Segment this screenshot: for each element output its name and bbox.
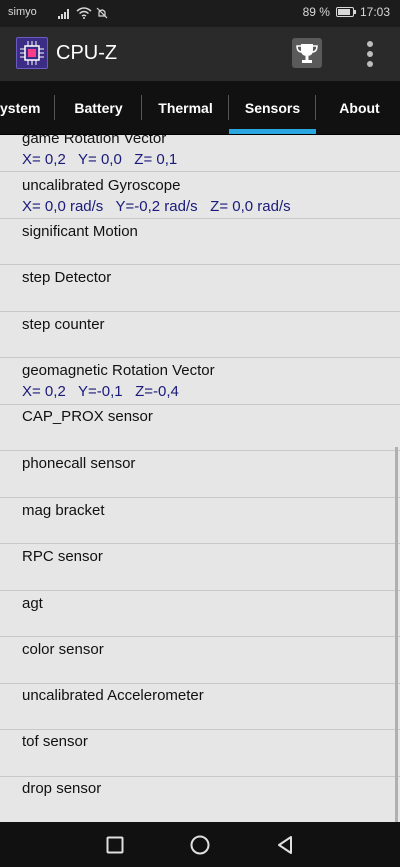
sensor-row-mag-bracket[interactable]: mag bracket	[0, 498, 400, 544]
sensor-name: uncalibrated Gyroscope	[22, 177, 181, 194]
sensor-row-rpc[interactable]: RPC sensor	[0, 544, 400, 591]
tab-system[interactable]: ystem	[0, 81, 55, 134]
tab-label: About	[339, 99, 380, 116]
sensor-name: drop sensor	[22, 780, 102, 797]
sensor-name: step counter	[22, 316, 105, 333]
sensor-row-geomagnetic-rotation-vector[interactable]: geomagnetic Rotation Vector X= 0,2 Y=-0,…	[0, 358, 400, 405]
home-icon[interactable]	[190, 835, 210, 855]
sensor-name: uncalibrated Accelerometer	[22, 687, 204, 704]
back-icon[interactable]	[276, 835, 294, 855]
sensor-row-color[interactable]: color sensor	[0, 637, 400, 684]
sensor-row-agt[interactable]: agt	[0, 591, 400, 637]
tab-thermal[interactable]: Thermal	[142, 81, 229, 134]
app-title: CPU-Z	[56, 42, 118, 64]
sensor-list[interactable]: game Rotation Vector X= 0,2 Y= 0,0 Z= 0,…	[0, 134, 400, 822]
sensor-name: phonecall sensor	[22, 455, 136, 472]
sensor-row-phonecall[interactable]: phonecall sensor	[0, 451, 400, 498]
tab-label: Thermal	[158, 99, 213, 116]
sensor-row-step-counter[interactable]: step counter	[0, 312, 400, 358]
sensor-name: RPC sensor	[22, 548, 103, 565]
carrier-label: simyo	[8, 6, 37, 18]
battery-percent: 89 %	[302, 5, 330, 19]
sensor-row-cap-prox[interactable]: CAP_PROX sensor	[0, 405, 400, 451]
sensor-value: X= 0,2 Y=-0,1 Z=-0,4	[22, 383, 179, 400]
tab-label: Sensors	[244, 99, 301, 116]
sensor-value: X= 0,0 rad/s Y=-0,2 rad/s Z= 0,0 rad/s	[22, 198, 291, 215]
sensor-name: color sensor	[22, 641, 104, 658]
recent-apps-icon[interactable]	[106, 836, 124, 854]
tab-label: ystem	[0, 99, 41, 116]
sensor-name: geomagnetic Rotation Vector	[22, 362, 215, 379]
signal-icon	[58, 9, 69, 19]
tab-sensors[interactable]: Sensors	[229, 81, 316, 134]
sensor-value: X= 0,2 Y= 0,0 Z= 0,1	[22, 151, 178, 168]
mute-icon	[96, 7, 108, 19]
sensor-row-step-detector[interactable]: step Detector	[0, 265, 400, 312]
wifi-icon	[76, 7, 92, 19]
cpu-logo-icon	[16, 37, 48, 69]
overflow-menu-icon[interactable]	[360, 39, 380, 69]
sensor-name: significant Motion	[22, 223, 138, 240]
clock: 17:03	[359, 5, 390, 19]
trophy-icon	[296, 44, 318, 63]
status-bar: simyo 89 % 17:03	[0, 0, 400, 27]
sensor-row-uncalibrated-accelerometer[interactable]: uncalibrated Accelerometer	[0, 684, 400, 730]
tab-battery[interactable]: Battery	[55, 81, 142, 134]
sensor-row-game-rotation-vector[interactable]: game Rotation Vector X= 0,2 Y= 0,0 Z= 0,…	[0, 134, 400, 172]
tab-bar: ystem Battery Thermal Sensors About	[0, 81, 400, 135]
sensor-name: agt	[22, 595, 43, 612]
sensor-name: step Detector	[22, 269, 112, 286]
sensor-row-significant-motion[interactable]: significant Motion	[0, 219, 400, 265]
app-bar: CPU-Z	[0, 27, 400, 81]
sensor-row-tof[interactable]: tof sensor	[0, 730, 400, 777]
battery-icon	[335, 7, 356, 17]
sensor-name: mag bracket	[22, 502, 105, 519]
sensor-row-uncalibrated-gyroscope[interactable]: uncalibrated Gyroscope X= 0,0 rad/s Y=-0…	[0, 172, 400, 219]
sensor-name: CAP_PROX sensor	[22, 408, 153, 425]
sensor-row-drop[interactable]: drop sensor	[0, 777, 400, 822]
scrollbar[interactable]	[395, 447, 398, 822]
trophy-button[interactable]	[292, 38, 322, 68]
tab-label: Battery	[74, 99, 123, 116]
sensor-name: tof sensor	[22, 733, 88, 750]
tab-about[interactable]: About	[316, 81, 400, 134]
navigation-bar	[0, 822, 400, 867]
sensor-name: game Rotation Vector	[22, 134, 167, 147]
